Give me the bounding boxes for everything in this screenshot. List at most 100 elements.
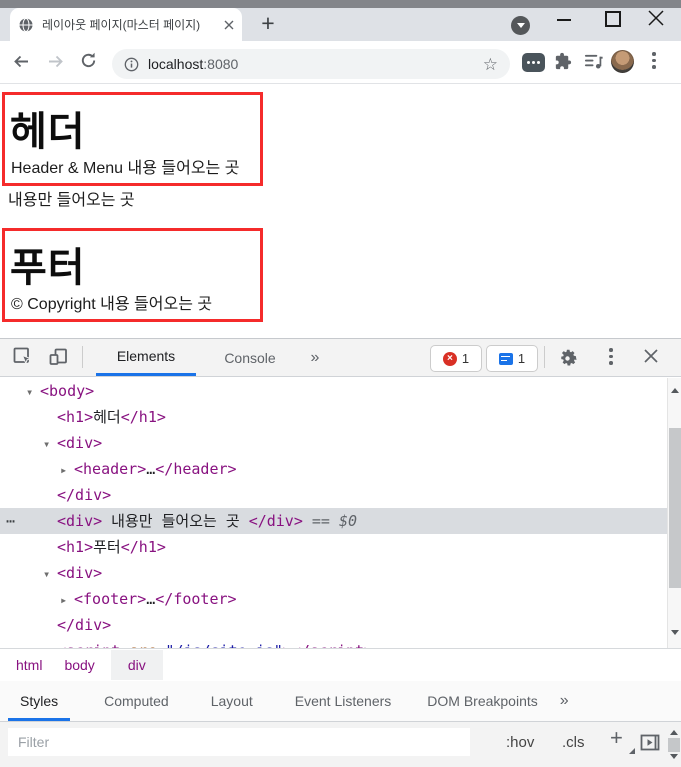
- dom-tree-row[interactable]: <h1>헤더</h1>: [0, 404, 667, 430]
- breadcrumb-div[interactable]: div: [111, 650, 163, 680]
- tab-computed[interactable]: Computed: [92, 681, 181, 721]
- dom-token: <footer>: [74, 590, 146, 608]
- dom-token: </footer>: [155, 590, 236, 608]
- dom-token: </h1>: [121, 538, 166, 556]
- new-tab-button[interactable]: +: [254, 9, 282, 37]
- dom-tree-row[interactable]: ⋯<div> 내용만 들어오는 곳 </div> == $0: [0, 508, 667, 534]
- reload-icon[interactable]: [79, 51, 98, 70]
- browser-menu-icon[interactable]: [652, 52, 656, 69]
- scrollbar-thumb[interactable]: [668, 738, 680, 752]
- tab-console[interactable]: Console: [212, 339, 288, 376]
- settings-gear-icon[interactable]: [556, 347, 579, 370]
- tab-event-listeners[interactable]: Event Listeners: [283, 681, 404, 721]
- error-badge[interactable]: × 1: [430, 345, 482, 372]
- devtools-menu-icon[interactable]: [609, 348, 613, 365]
- browser-update-icon[interactable]: [511, 16, 530, 35]
- expand-arrow-down-icon[interactable]: ▾: [43, 561, 57, 587]
- tab-close-icon[interactable]: [224, 20, 234, 30]
- dom-token: <h1>: [57, 408, 93, 426]
- dom-tree: ▾<body><h1>헤더</h1>▾<div>▸<header>…</head…: [0, 378, 667, 648]
- dom-token: <div>: [57, 434, 102, 452]
- styles-pane-tabs: Styles Computed Layout Event Listeners D…: [0, 681, 681, 722]
- dom-token: </header>: [155, 460, 236, 478]
- expand-arrow-right-icon[interactable]: ▸: [60, 587, 74, 613]
- dom-token: 헤더: [93, 408, 121, 426]
- dom-token: 푸터: [93, 538, 121, 556]
- expand-arrow-down-icon[interactable]: ▾: [26, 379, 40, 405]
- row-overflow-dots-icon[interactable]: ⋯: [6, 508, 15, 534]
- dom-tree-row[interactable]: ▾<div>: [0, 430, 667, 456]
- breadcrumb-html[interactable]: html: [10, 650, 48, 680]
- window-frame-top: [0, 0, 681, 8]
- scroll-down-icon[interactable]: [671, 630, 679, 639]
- device-toolbar-icon[interactable]: [48, 346, 69, 367]
- more-sidebar-tabs-chevron-icon[interactable]: »: [560, 692, 569, 710]
- new-style-rule-button[interactable]: +: [610, 725, 623, 751]
- toolbar-divider: [82, 346, 83, 368]
- browser-window: 레이아웃 페이지(마스터 페이지) + localhost:8080 ☆ 헤: [0, 0, 681, 767]
- tab-elements[interactable]: Elements: [96, 339, 196, 376]
- extension-badge-icon[interactable]: [522, 53, 545, 72]
- styles-pane-scrollbar[interactable]: [667, 722, 681, 767]
- forward-icon[interactable]: [46, 52, 65, 71]
- toggle-hover-button[interactable]: :hov: [506, 722, 534, 762]
- dom-tree-row[interactable]: ▸<footer>…</footer>: [0, 586, 667, 612]
- dom-token: </div>: [57, 616, 111, 634]
- error-count: 1: [462, 351, 469, 366]
- dom-tree-row[interactable]: <script src="/js/site.js"></script>: [0, 638, 667, 648]
- scrollbar-thumb[interactable]: [669, 428, 681, 588]
- browser-tab[interactable]: 레이아웃 페이지(마스터 페이지): [10, 8, 242, 41]
- back-icon[interactable]: [12, 52, 31, 71]
- message-badge[interactable]: 1: [486, 345, 538, 372]
- breadcrumb: html body div: [0, 648, 681, 681]
- dom-tree-row[interactable]: </div>: [0, 612, 667, 638]
- scroll-down-icon[interactable]: [670, 754, 678, 763]
- tab-title: 레이아웃 페이지(마스터 페이지): [42, 16, 224, 33]
- toggle-sidebar-icon[interactable]: [640, 734, 661, 752]
- dom-tree-row[interactable]: ▾<div>: [0, 560, 667, 586]
- extensions-puzzle-icon[interactable]: [553, 51, 573, 71]
- scroll-up-icon[interactable]: [671, 384, 679, 393]
- globe-favicon-icon: [18, 17, 34, 33]
- dom-tree-row[interactable]: ▾<body>: [0, 378, 667, 404]
- message-icon: [499, 353, 513, 365]
- dom-tree-scrollbar[interactable]: [667, 378, 681, 648]
- dom-tree-row[interactable]: </div>: [0, 482, 667, 508]
- footer-box: 푸터 © Copyright 내용 들어오는 곳: [2, 228, 263, 322]
- expand-arrow-right-icon[interactable]: ▸: [60, 457, 74, 483]
- message-count: 1: [518, 351, 525, 366]
- scroll-up-icon[interactable]: [670, 726, 678, 735]
- header-heading: 헤더: [10, 99, 260, 157]
- dom-token: </div>: [57, 486, 111, 504]
- bookmark-star-icon[interactable]: ☆: [483, 56, 498, 73]
- tab-layout[interactable]: Layout: [199, 681, 265, 721]
- more-panels-chevron-icon[interactable]: »: [300, 339, 330, 376]
- dom-tree-row[interactable]: <h1>푸터</h1>: [0, 534, 667, 560]
- minimize-button[interactable]: [557, 19, 571, 21]
- dom-token: <div>: [57, 512, 102, 530]
- new-style-rule-dropdown-icon[interactable]: [629, 748, 635, 754]
- breadcrumb-body[interactable]: body: [58, 650, 100, 680]
- toggle-class-button[interactable]: .cls: [562, 722, 585, 762]
- error-icon: ×: [443, 352, 457, 366]
- dom-token: </div>: [249, 512, 303, 530]
- tab-styles[interactable]: Styles: [8, 681, 70, 721]
- url-text: localhost:8080: [148, 56, 238, 72]
- maximize-button[interactable]: [605, 11, 621, 27]
- window-close-button[interactable]: [646, 8, 666, 28]
- devtools-close-icon[interactable]: [642, 347, 660, 365]
- expand-arrow-down-icon[interactable]: ▾: [43, 431, 57, 457]
- omnibox[interactable]: localhost:8080 ☆: [112, 49, 510, 79]
- header-subtitle: Header & Menu 내용 들어오는 곳: [11, 154, 239, 178]
- site-info-icon[interactable]: [124, 57, 139, 72]
- dom-tree-row[interactable]: ▸<header>…</header>: [0, 456, 667, 482]
- inspect-element-icon[interactable]: [12, 346, 33, 367]
- styles-filter-bar: :hov .cls +: [0, 722, 681, 767]
- footer-heading: 푸터: [10, 235, 260, 293]
- media-playlist-icon[interactable]: [583, 52, 604, 71]
- header-box: 헤더 Header & Menu 내용 들어오는 곳: [2, 92, 263, 186]
- content-text: 내용만 들어오는 곳: [8, 186, 135, 210]
- profile-avatar[interactable]: [611, 50, 634, 73]
- styles-filter-input[interactable]: [8, 728, 470, 756]
- tab-dom-breakpoints[interactable]: DOM Breakpoints: [415, 681, 549, 721]
